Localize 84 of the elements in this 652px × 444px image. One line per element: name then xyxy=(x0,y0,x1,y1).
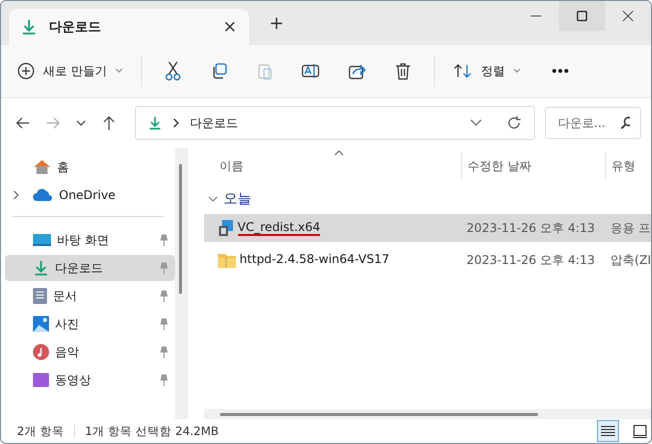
close-tab-button[interactable]: × xyxy=(222,17,237,37)
pin-icon xyxy=(158,290,169,302)
house-icon xyxy=(33,159,51,175)
file-name: httpd-2.4.58-win64-VS17 xyxy=(240,252,390,268)
sidebar-label: OneDrive xyxy=(59,188,116,202)
column-header[interactable]: 이름 xyxy=(204,153,461,179)
sidebar-label: 문서 xyxy=(53,288,78,304)
download-icon xyxy=(21,19,37,35)
tab-title: 다운로드 xyxy=(49,19,102,36)
sidebar-label: 사진 xyxy=(55,316,80,332)
installer-icon xyxy=(218,220,234,236)
sidebar-item[interactable]: OneDrive xyxy=(5,182,175,208)
maximize-icon xyxy=(576,10,588,22)
sidebar-item[interactable]: 다운로드 xyxy=(5,255,175,281)
address-bar[interactable]: 다운로드 xyxy=(135,106,535,140)
picture-icon xyxy=(33,316,49,332)
refresh-icon[interactable] xyxy=(506,115,522,131)
pin-icon xyxy=(158,234,169,246)
date-cell-text: 2023-11-26 오후 4:13 xyxy=(466,252,596,268)
pin-icon xyxy=(158,262,169,274)
scrollbar-thumb[interactable] xyxy=(220,412,538,416)
monitor-icon xyxy=(33,233,51,247)
scrollbar-thumb[interactable] xyxy=(179,164,182,294)
download-icon xyxy=(33,260,49,276)
chevron-down-icon[interactable] xyxy=(208,195,218,203)
scissors-icon xyxy=(164,61,182,81)
sidebar-label: 다운로드 xyxy=(55,260,104,276)
pin-icon xyxy=(158,346,169,358)
file-row[interactable]: VC_redist.x64 2023-11-26 오후 4:13 응용 프 xyxy=(204,214,651,242)
list-icon xyxy=(601,425,615,437)
sidebar-label: 바탕 화면 xyxy=(57,232,110,248)
column-header[interactable]: 수정한 날짜 xyxy=(460,153,605,179)
cloud-icon xyxy=(33,189,53,201)
sidebar-item[interactable]: 바탕 화면 xyxy=(5,227,175,253)
download-icon xyxy=(148,115,162,131)
chevron-right-icon xyxy=(172,118,180,128)
caret-icon xyxy=(512,68,521,74)
sort-caret-icon xyxy=(334,150,344,156)
type-cell-text: 압축(ZI xyxy=(610,252,651,268)
caret-icon xyxy=(114,68,123,74)
sort-icon xyxy=(452,63,473,79)
music-note-icon xyxy=(33,344,49,360)
more-button[interactable]: ••• xyxy=(540,53,579,89)
sidebar-item[interactable]: 동영상 xyxy=(5,367,175,393)
back-icon[interactable] xyxy=(15,115,31,131)
date-cell-text: 2023-11-26 오후 4:13 xyxy=(466,220,596,236)
chevron-down-icon[interactable] xyxy=(470,118,482,128)
sidebar-item[interactable]: 문서 xyxy=(5,283,175,309)
tile-icon xyxy=(633,424,647,438)
file-row[interactable]: httpd-2.4.58-win64-VS17 2023-11-26 오후 4:13 압축(ZI xyxy=(204,246,651,274)
sidebar-item[interactable]: 홈 xyxy=(5,154,175,180)
column-header[interactable]: 유형 xyxy=(604,153,651,179)
details-view-button[interactable] xyxy=(597,420,619,442)
item-count: 2개 항목 xyxy=(17,424,64,438)
sidebar-label: 동영상 xyxy=(55,372,92,388)
sidebar-label: 홈 xyxy=(57,158,70,176)
rename-icon xyxy=(300,62,321,80)
new-button[interactable]: 새로 만들기 xyxy=(11,53,129,89)
up-icon[interactable] xyxy=(101,115,117,131)
close-icon xyxy=(622,10,634,22)
sidebar-item[interactable]: 사진 xyxy=(5,311,175,337)
search-icon xyxy=(620,116,630,130)
sidebar-item[interactable]: 음악 xyxy=(5,339,175,365)
sidebar-label: 음악 xyxy=(55,344,80,360)
trash-icon xyxy=(394,62,411,80)
new-tab-button[interactable]: + xyxy=(269,13,284,34)
group-header[interactable]: 오늘 xyxy=(224,190,252,208)
file-name: VC_redist.x64 xyxy=(238,220,320,236)
type-cell-text: 응용 프 xyxy=(610,220,651,236)
pin-icon xyxy=(158,318,169,330)
folder-tab[interactable]: 다운로드 × xyxy=(9,9,249,45)
pin-icon xyxy=(158,374,169,386)
zip-folder-icon xyxy=(218,252,236,268)
chevron-right-icon[interactable] xyxy=(12,190,20,200)
path-text: 다운로드 xyxy=(190,114,238,132)
maximize-button[interactable] xyxy=(559,1,605,31)
clipboard-icon xyxy=(256,62,274,80)
search-field[interactable]: 다운로... xyxy=(545,107,641,139)
sort-button[interactable]: 정렬 xyxy=(446,53,527,89)
share-icon xyxy=(348,62,366,80)
plus-circle-icon xyxy=(17,62,35,80)
search-input[interactable]: 다운로... xyxy=(556,115,620,131)
selection-info: 1개 항목 선택함 24.2MB xyxy=(84,424,219,438)
document-icon xyxy=(33,288,47,304)
